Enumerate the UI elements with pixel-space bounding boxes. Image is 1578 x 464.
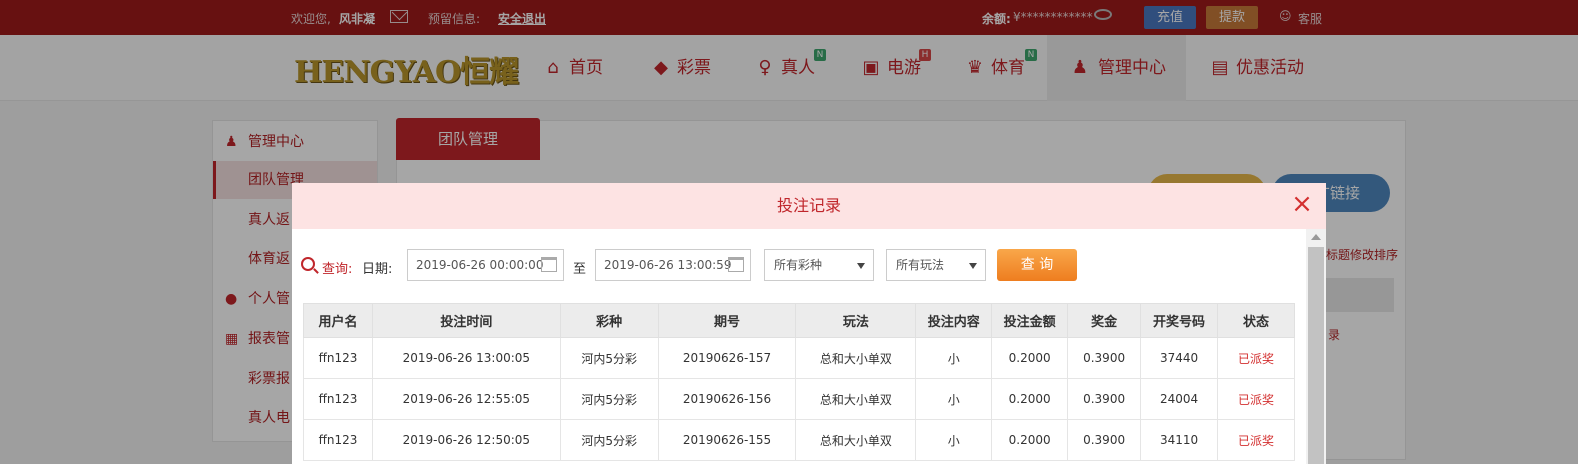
cell-lottery: 河内5分彩 [559,419,659,461]
table-header-row: 用户名 投注时间 彩种 期号 玩法 投注内容 投注金额 奖金 开奖号码 状态 [303,303,1295,338]
col-issue: 期号 [657,303,797,338]
date-label: 日期: [362,262,393,277]
cell-issue: 20190626-156 [657,378,797,420]
lottery-select[interactable]: 所有彩种 [764,249,874,281]
cell-play: 总和大小单双 [795,378,917,420]
scroll-up-icon[interactable] [1311,234,1321,240]
lottery-select-value: 所有彩种 [774,258,823,272]
col-username: 用户名 [303,303,373,338]
col-play: 玩法 [795,303,917,338]
col-status: 状态 [1217,303,1295,338]
calendar-icon[interactable] [728,257,744,272]
cell-issue: 20190626-155 [657,419,797,461]
cell-bet-time: 2019-06-26 12:50:05 [371,419,561,461]
to-label: 至 [573,262,587,277]
cell-username: ffn123 [303,337,373,379]
cell-play: 总和大小单双 [795,419,917,461]
scrollbar-thumb[interactable] [1308,247,1324,464]
col-bonus: 奖金 [1067,303,1142,338]
chevron-down-icon [857,263,865,269]
cell-bonus: 0.3900 [1067,378,1142,420]
cell-lottery: 河内5分彩 [559,378,659,420]
cell-draw-number: 37440 [1140,337,1219,379]
col-bet-time: 投注时间 [371,303,561,338]
query-button[interactable]: 查 询 [997,249,1077,281]
play-select[interactable]: 所有玩法 [886,249,986,281]
col-amount: 投注金额 [991,303,1069,338]
cell-bonus: 0.3900 [1067,419,1142,461]
bet-record-modal: 投注记录 × 查询: 日期: 至 所有彩种 所有玩法 查 询 用户名 投注时间 … [292,183,1326,464]
cell-bet-time: 2019-06-26 13:00:05 [371,337,561,379]
calendar-icon[interactable] [541,257,557,272]
col-draw-number: 开奖号码 [1140,303,1219,338]
cell-draw-number: 24004 [1140,378,1219,420]
search-icon [301,257,315,271]
cell-amount: 0.2000 [991,378,1069,420]
cell-content: 小 [915,337,993,379]
table-row: ffn123 2019-06-26 12:50:05 河内5分彩 2019062… [303,419,1295,461]
cell-content: 小 [915,378,993,420]
col-lottery: 彩种 [559,303,659,338]
cell-amount: 0.2000 [991,419,1069,461]
cell-issue: 20190626-157 [657,337,797,379]
cell-username: ffn123 [303,378,373,420]
close-icon[interactable]: × [1290,191,1314,217]
modal-title: 投注记录 [776,196,841,215]
bet-record-table: 用户名 投注时间 彩种 期号 玩法 投注内容 投注金额 奖金 开奖号码 状态 f… [303,303,1295,461]
modal-header: 投注记录 [292,183,1326,229]
cell-draw-number: 34110 [1140,419,1219,461]
col-content: 投注内容 [915,303,993,338]
cell-bet-time: 2019-06-26 12:55:05 [371,378,561,420]
cell-play: 总和大小单双 [795,337,917,379]
chevron-down-icon [969,263,977,269]
cell-username: ffn123 [303,419,373,461]
cell-content: 小 [915,419,993,461]
cell-bonus: 0.3900 [1067,337,1142,379]
cell-status: 已派奖 [1217,419,1295,461]
cell-amount: 0.2000 [991,337,1069,379]
query-label: 查询: [322,262,353,277]
table-row: ffn123 2019-06-26 13:00:05 河内5分彩 2019062… [303,337,1295,379]
cell-status: 已派奖 [1217,337,1295,379]
cell-status: 已派奖 [1217,378,1295,420]
play-select-value: 所有玩法 [896,258,945,272]
table-row: ffn123 2019-06-26 12:55:05 河内5分彩 2019062… [303,378,1295,420]
cell-lottery: 河内5分彩 [559,337,659,379]
